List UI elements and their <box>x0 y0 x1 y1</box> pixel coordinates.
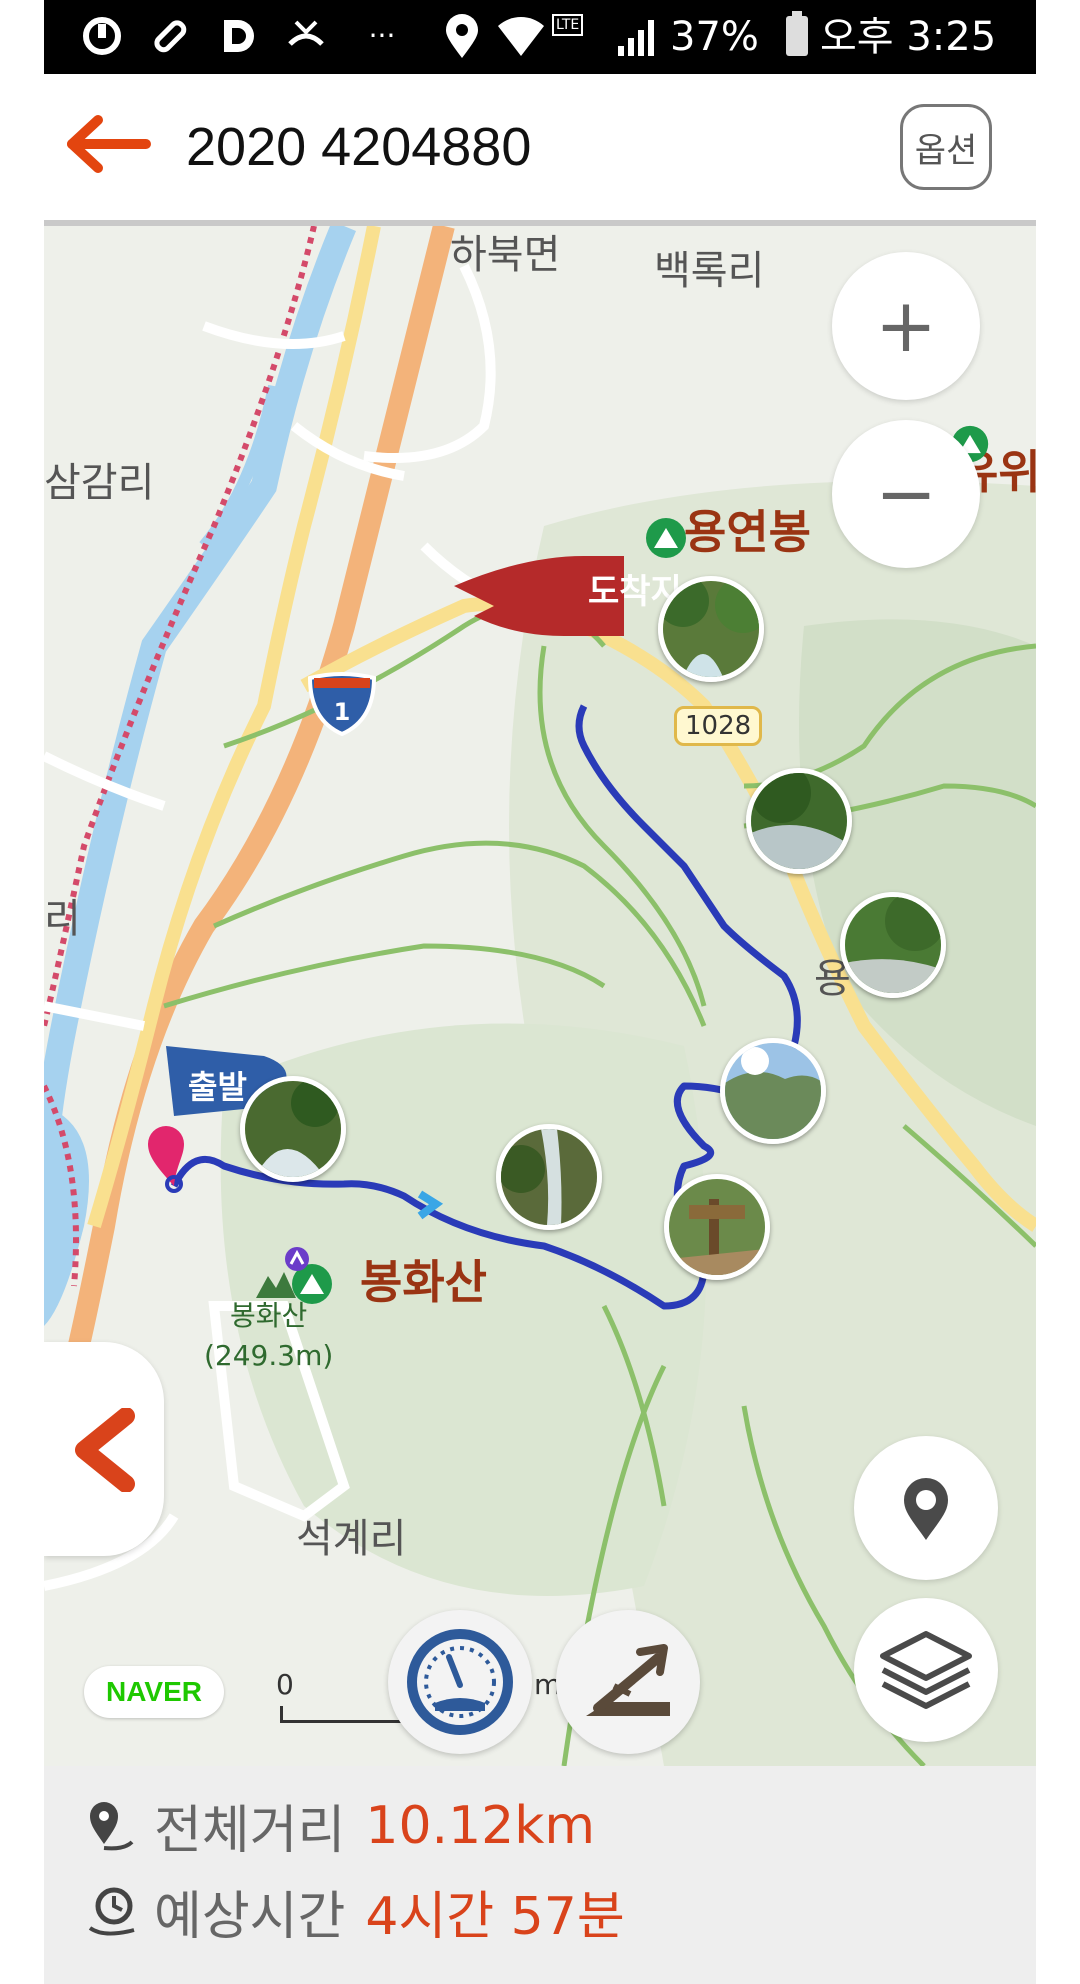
map-view[interactable]: 하북면 백록리 삼감리 리 용 석계리 용연봉 봉화산 유위 봉화산 (249.… <box>44 226 1036 1766</box>
zoom-out-button[interactable]: − <box>832 420 980 568</box>
chevron-left-icon <box>75 1408 135 1492</box>
time-label: 예상시간 <box>154 1887 346 1947</box>
place-label-cut-left: 리 <box>44 896 81 942</box>
signal-icon <box>618 20 654 56</box>
header: 2020 4204880 옵션 <box>44 74 1036 226</box>
location-icon <box>446 14 478 58</box>
app-frame: ··· LTE 37% 오후 3:25 2020 4204880 옵션 하북면 … <box>44 0 1036 1984</box>
battery-percent: 37% <box>670 14 759 60</box>
notification-icons: ··· <box>80 14 412 58</box>
minus-icon: − <box>874 451 937 537</box>
my-location-button[interactable] <box>854 1436 998 1580</box>
time-value: 4시간 57분 <box>365 1887 625 1947</box>
more-notifications-icon: ··· <box>368 19 396 52</box>
peak-label-yongyeon: 용연봉 <box>684 505 811 559</box>
back-arrow-icon[interactable] <box>66 114 156 174</box>
place-label-seokgye: 석계리 <box>296 1516 407 1562</box>
uplus-icon <box>83 17 121 55</box>
wifi-icon <box>498 17 544 56</box>
route-distance-icon <box>90 1801 134 1850</box>
speedometer-button[interactable] <box>388 1610 532 1754</box>
speedometer-icon <box>407 1629 513 1735</box>
pill-icon <box>154 20 187 53</box>
page-title: 2020 4204880 <box>186 117 532 177</box>
route-photo-marker[interactable] <box>496 1124 602 1230</box>
naver-logo: NAVER <box>84 1666 224 1718</box>
route-photo-marker[interactable] <box>664 1174 770 1280</box>
scale-zero: 0 <box>276 1668 294 1701</box>
route-photo-marker[interactable] <box>840 892 946 998</box>
route-photo-marker[interactable] <box>240 1076 346 1182</box>
battery-icon <box>786 11 808 56</box>
place-label-samgam: 삼감리 <box>44 460 155 506</box>
lte-label: LTE <box>552 14 584 36</box>
status-bar: ··· LTE 37% 오후 3:25 <box>44 0 1036 74</box>
clock-icon <box>88 1887 135 1935</box>
mountain-marker-icon <box>646 518 686 558</box>
map-layers-button[interactable] <box>854 1598 998 1742</box>
option-button[interactable]: 옵션 <box>900 104 992 190</box>
route-photo-marker[interactable] <box>658 576 764 682</box>
distance-row: 전체거리 10.12km <box>84 1788 595 1863</box>
summit-badge-icon <box>285 1247 309 1271</box>
distance-label: 전체거리 <box>154 1801 346 1861</box>
elevation-icon <box>586 1644 670 1716</box>
side-panel-toggle[interactable] <box>44 1342 164 1556</box>
elevation-profile-button[interactable] <box>556 1610 700 1754</box>
layers-icon <box>880 1631 972 1709</box>
small-peak-label: 봉화산 (249.3m) <box>204 1296 333 1376</box>
route-photo-marker[interactable] <box>720 1038 826 1144</box>
small-peak-height: (249.3m) <box>204 1339 334 1372</box>
place-label-habuk: 하북면 <box>450 232 561 278</box>
d-app-icon <box>224 20 254 52</box>
distance-value: 10.12km <box>365 1795 596 1856</box>
local-road-sign: 1028 <box>674 706 763 746</box>
highway-shield-number: 1 <box>333 698 351 726</box>
peak-label-bonghwa: 봉화산 <box>360 1255 487 1309</box>
zoom-in-button[interactable]: + <box>832 252 980 400</box>
location-pin-icon <box>904 1478 948 1540</box>
route-photo-marker[interactable] <box>746 768 852 874</box>
missed-call-icon <box>288 20 324 46</box>
route-summary-panel: 전체거리 10.12km 예상시간 4시간 57분 <box>44 1766 1036 1984</box>
place-label-baekrok: 백록리 <box>654 248 765 294</box>
clock: 오후 3:25 <box>820 14 997 60</box>
time-row: 예상시간 4시간 57분 <box>84 1874 625 1949</box>
start-flag-label[interactable]: 출발 <box>188 1062 247 1108</box>
peak-triangle-icon <box>256 1272 296 1298</box>
plus-icon: + <box>874 283 937 369</box>
